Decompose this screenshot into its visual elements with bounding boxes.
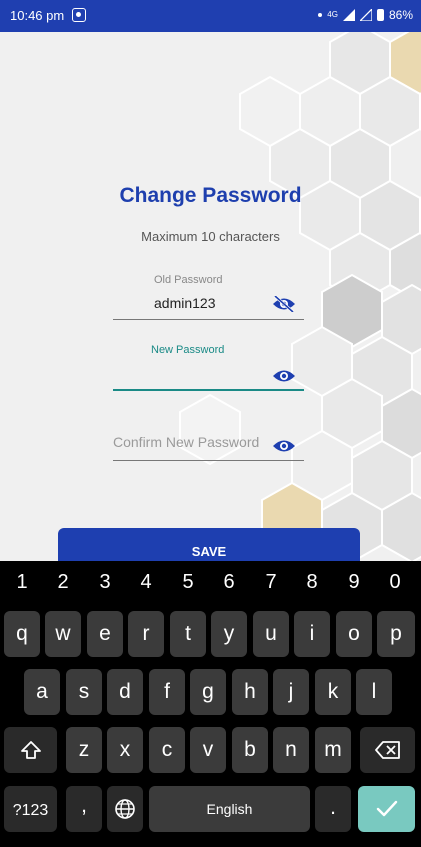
save-button[interactable]: SAVE	[58, 528, 360, 561]
key-c[interactable]: c	[149, 727, 185, 773]
new-password-label: New Password	[151, 344, 225, 356]
confirm-password-underline	[113, 460, 304, 461]
key-3[interactable]: 3	[90, 571, 120, 594]
eye-icon[interactable]	[272, 368, 296, 384]
key-7[interactable]: 7	[256, 571, 286, 594]
key-6[interactable]: 6	[214, 571, 244, 594]
network-type-label: 4G	[327, 10, 338, 19]
status-bar: 10:46 pm 4G 86%	[0, 0, 421, 32]
key-e[interactable]: e	[87, 611, 123, 657]
key-w[interactable]: w	[45, 611, 81, 657]
change-password-screen: Change Password Maximum 10 characters Ol…	[0, 32, 421, 561]
old-password-underline	[113, 319, 304, 320]
battery-percent: 86%	[388, 8, 413, 22]
page-title: Change Password	[119, 184, 302, 207]
old-password-label: Old Password	[154, 274, 223, 286]
globe-icon	[115, 799, 135, 819]
number-row: 1 2 3 4 5 6 7 8 9 0	[0, 571, 421, 597]
key-g[interactable]: g	[190, 669, 226, 715]
old-password-value[interactable]: admin123	[154, 295, 216, 311]
notification-dot-icon	[318, 13, 323, 17]
confirm-password-input[interactable]: Confirm New Password	[113, 434, 259, 450]
key-s[interactable]: s	[66, 669, 102, 715]
battery-icon	[376, 9, 384, 21]
backspace-key[interactable]	[360, 727, 415, 773]
key-q[interactable]: q	[4, 611, 40, 657]
status-icons: 4G 86%	[318, 8, 413, 22]
key-v[interactable]: v	[190, 727, 226, 773]
key-y[interactable]: y	[211, 611, 247, 657]
key-d[interactable]: d	[107, 669, 143, 715]
backspace-icon	[374, 741, 400, 759]
key-j[interactable]: j	[273, 669, 309, 715]
screen-record-icon	[72, 8, 86, 22]
key-p[interactable]: p	[377, 611, 415, 657]
language-key[interactable]	[107, 786, 143, 832]
eye-off-icon[interactable]	[272, 296, 296, 312]
comma-key[interactable]: ,	[66, 786, 102, 832]
key-8[interactable]: 8	[297, 571, 327, 594]
key-5[interactable]: 5	[173, 571, 203, 594]
key-t[interactable]: t	[170, 611, 206, 657]
period-key[interactable]: .	[315, 786, 351, 832]
key-4[interactable]: 4	[131, 571, 161, 594]
soft-keyboard: 1 2 3 4 5 6 7 8 9 0 q w e r t y u i o p …	[0, 561, 421, 847]
new-password-underline	[113, 389, 304, 391]
symbols-key[interactable]: ?123	[4, 786, 57, 832]
signal-icon	[342, 9, 355, 21]
key-9[interactable]: 9	[339, 571, 369, 594]
key-x[interactable]: x	[107, 727, 143, 773]
key-b[interactable]: b	[232, 727, 268, 773]
key-m[interactable]: m	[315, 727, 351, 773]
key-a[interactable]: a	[24, 669, 60, 715]
new-password-field[interactable]: New Password	[113, 342, 304, 392]
key-2[interactable]: 2	[48, 571, 78, 594]
password-hint: Maximum 10 characters	[141, 229, 280, 244]
key-o[interactable]: o	[336, 611, 372, 657]
key-f[interactable]: f	[149, 669, 185, 715]
key-u[interactable]: u	[253, 611, 289, 657]
key-0[interactable]: 0	[380, 571, 410, 594]
key-i[interactable]: i	[294, 611, 330, 657]
key-r[interactable]: r	[128, 611, 164, 657]
shift-key[interactable]	[4, 727, 57, 773]
checkmark-icon	[376, 800, 397, 817]
status-time: 10:46 pm	[10, 8, 65, 23]
key-l[interactable]: l	[356, 669, 392, 715]
symbols-key-label: ?123	[12, 802, 49, 819]
confirm-password-field[interactable]: Confirm New Password	[113, 412, 304, 462]
key-1[interactable]: 1	[7, 571, 37, 594]
shift-icon	[20, 741, 41, 759]
eye-icon[interactable]	[272, 438, 296, 454]
space-key[interactable]: English	[149, 786, 310, 832]
key-n[interactable]: n	[273, 727, 309, 773]
key-h[interactable]: h	[232, 669, 268, 715]
old-password-field[interactable]: Old Password admin123	[113, 272, 304, 322]
key-k[interactable]: k	[315, 669, 351, 715]
signal-outline-icon	[359, 9, 372, 21]
enter-key[interactable]	[358, 786, 415, 832]
key-z[interactable]: z	[66, 727, 102, 773]
